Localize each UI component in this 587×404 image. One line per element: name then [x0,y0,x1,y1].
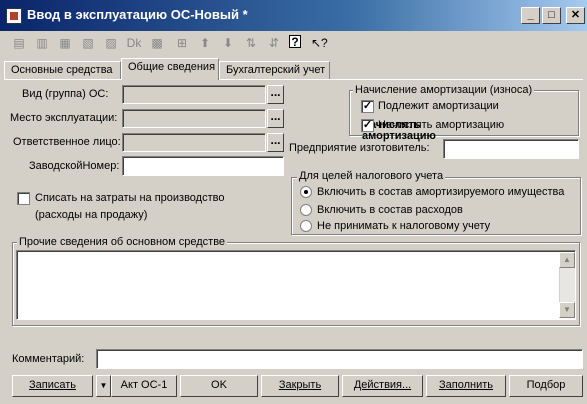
down-arrow-icon[interactable]: ⬇ [220,35,236,51]
tax-option-expenses-label: Включить в состав расходов [317,204,463,216]
post-icon[interactable]: Dk [126,35,142,51]
place-label: Место эксплуатации: [10,112,118,124]
tab-main-assets[interactable]: Основные средства [4,61,121,80]
tax-option-amortizable-radio[interactable] [300,186,312,198]
amortization-group-title: Начисление амортизации (износа) [353,84,535,96]
write-dropdown-button[interactable]: ▼ [96,375,111,397]
fill-button[interactable]: Заполнить [426,375,506,397]
help-icon[interactable]: ? [289,35,301,49]
unpost-icon[interactable]: ▩ [149,35,165,51]
write-off-label-2: (расходы на продажу) [35,209,148,221]
app-icon [6,8,22,24]
other-info-textarea[interactable] [16,250,576,320]
accrue-amortization-label: Начислять амортизацию [378,119,505,131]
comment-label: Комментарий: [12,353,85,365]
serial-label: ЗаводскойНомер: [29,160,120,172]
close-button[interactable]: Закрыть [261,375,339,397]
manufacturer-field[interactable] [443,139,579,159]
manufacturer-label: Предприятие изготовитель: [289,142,430,154]
tax-option-none-radio[interactable] [300,220,312,232]
tax-option-amortizable-label: Включить в состав амортизируемого имущес… [317,186,565,198]
group-label: Вид (группа) ОС: [22,88,109,100]
subject-to-amortization-label: Подлежит амортизации [378,100,499,112]
group-field[interactable] [122,85,266,104]
minimize-button[interactable]: _ [521,7,540,24]
scroll-up-icon[interactable]: ▲ [559,252,575,268]
comment-field[interactable] [96,349,583,369]
window-title: Ввод в эксплуатацию ОС-Новый * [27,7,248,22]
accrue-amortization-checkbox[interactable]: ✓ [361,119,374,132]
place-select-button[interactable]: ... [267,109,284,128]
sort-desc-icon[interactable]: ⇵ [266,35,282,51]
act-os1-button[interactable]: Акт ОС-1 [111,375,177,397]
group-select-button[interactable]: ... [267,85,284,104]
person-field[interactable] [122,133,266,152]
select-button[interactable]: Подбор [509,375,583,397]
edit-icon[interactable]: ▧ [80,35,96,51]
tab-general-info[interactable]: Общие сведения [121,58,219,80]
whats-this-icon[interactable]: ↖? [311,35,328,51]
person-label: Ответственное лицо: [13,136,121,148]
subject-to-amortization-checkbox[interactable]: ✓ [361,100,374,113]
close-window-button[interactable]: ✕ [566,7,585,24]
tax-group-title: Для целей налогового учета [297,170,446,182]
scroll-down-icon[interactable]: ▼ [559,302,575,318]
delete-icon[interactable]: ▦ [57,35,73,51]
copy-icon[interactable]: ▥ [34,35,50,51]
ok-button[interactable]: OK [180,375,258,397]
other-info-title: Прочие сведения об основном средстве [17,236,228,248]
actions-button[interactable]: Действия... [342,375,423,397]
write-off-label-1: Списать на затраты на производство [35,192,225,204]
place-field[interactable] [122,109,266,128]
tax-option-expenses-radio[interactable] [300,204,312,216]
up-arrow-icon[interactable]: ⬆ [197,35,213,51]
serial-field[interactable] [122,156,284,176]
tax-option-none-label: Не принимать к налоговому учету [317,220,491,232]
maximize-button[interactable]: □ [542,7,561,24]
write-button[interactable]: Записать [12,375,93,397]
mark-icon[interactable]: ▨ [103,35,119,51]
sort-asc-icon[interactable]: ⇅ [243,35,259,51]
write-off-checkbox[interactable] [17,192,30,205]
hierarchy-icon[interactable]: ⊞ [174,35,190,51]
person-select-button[interactable]: ... [267,133,284,152]
new-icon[interactable]: ▤ [11,35,27,51]
tab-accounting[interactable]: Бухгалтерский учет [219,61,330,80]
